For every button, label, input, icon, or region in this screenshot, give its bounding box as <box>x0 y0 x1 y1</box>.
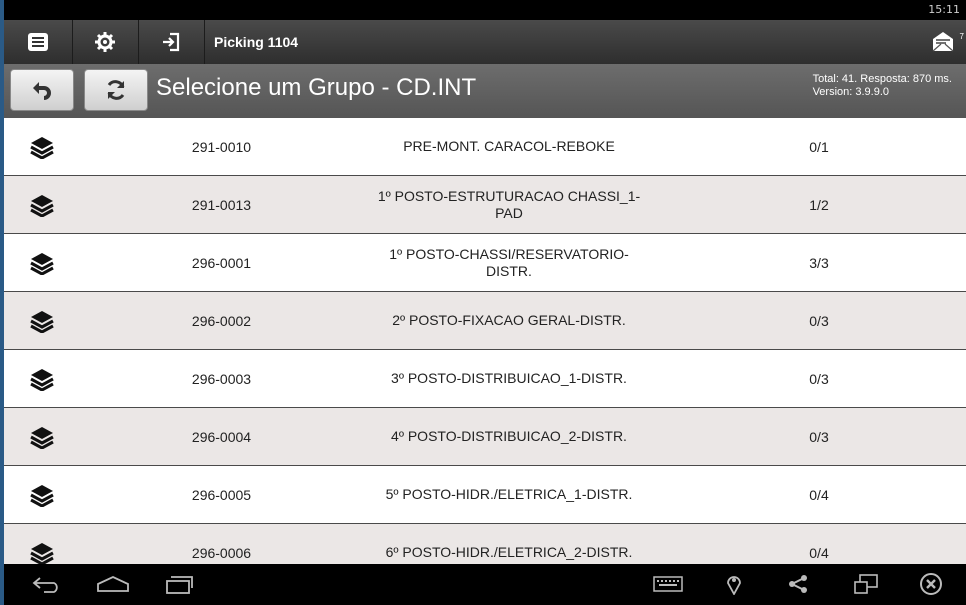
mail-icon <box>932 32 954 52</box>
layers-icon <box>26 524 58 564</box>
screen-icon <box>854 574 878 594</box>
list-item[interactable]: 296-0006 6º POSTO-HIDR./ELETRICA_2-DISTR.… <box>4 524 966 564</box>
close-icon <box>920 573 942 595</box>
keyboard-icon <box>653 576 683 592</box>
home-icon <box>97 576 129 592</box>
list-item[interactable]: 291-0013 1º POSTO-ESTRUTURACAO CHASSI_1- … <box>4 176 966 234</box>
group-progress: 0/3 <box>809 428 829 445</box>
layers-icon <box>26 350 58 407</box>
layers-icon <box>26 408 58 465</box>
list-item[interactable]: 296-0005 5º POSTO-HIDR./ELETRICA_1-DISTR.… <box>4 466 966 524</box>
header-bar: Selecione um Grupo - CD.INT Total: 41. R… <box>4 64 966 119</box>
share-icon <box>789 575 807 593</box>
device-screen: 15:11 Picking 1104 7 Selecione um Grupo … <box>4 0 966 605</box>
status-time: 15:11 <box>928 3 960 16</box>
location-icon <box>727 576 741 595</box>
mail-badge: 7 <box>959 32 964 41</box>
page-title: Selecione um Grupo - CD.INT <box>156 74 477 101</box>
group-code: 296-0002 <box>191 312 252 329</box>
response-info: Total: 41. Resposta: 870 ms. Version: 3.… <box>813 73 952 99</box>
group-code: 296-0003 <box>191 370 252 387</box>
layers-icon <box>26 234 58 291</box>
group-code: 291-0010 <box>191 138 252 155</box>
nav-keyboard-button[interactable] <box>652 570 684 598</box>
group-progress: 0/3 <box>809 370 829 387</box>
app-title: Picking 1104 <box>214 34 299 50</box>
list-item[interactable]: 296-0001 1º POSTO-CHASSI/RESERVATORIO- DI… <box>4 234 966 292</box>
group-description: 1º POSTO-ESTRUTURACAO CHASSI_1- PAD <box>377 187 641 221</box>
action-bar: Picking 1104 7 <box>4 20 966 64</box>
recent-apps-icon <box>166 576 193 594</box>
settings-icon <box>95 32 115 52</box>
layers-icon <box>26 118 58 175</box>
group-progress: 0/4 <box>809 544 829 561</box>
login-button[interactable] <box>138 20 205 64</box>
group-code: 296-0005 <box>191 486 252 503</box>
list-item[interactable]: 296-0002 2º POSTO-FIXACAO GERAL-DISTR. 0/3 <box>4 292 966 350</box>
menu-icon <box>28 33 48 51</box>
group-description: 4º POSTO-DISTRIBUICAO_2-DISTR. <box>391 428 627 444</box>
group-progress: 0/1 <box>809 138 829 155</box>
list-item[interactable]: 296-0004 4º POSTO-DISTRIBUICAO_2-DISTR. 0/… <box>4 408 966 466</box>
status-bar: 15:11 <box>4 0 966 20</box>
group-progress: 0/4 <box>809 486 829 503</box>
group-list: 291-0010 PRE-MONT. CARACOL-REBOKE 0/1 291-0… <box>4 118 966 564</box>
layers-icon <box>26 176 58 233</box>
group-code: 296-0001 <box>191 254 252 271</box>
back-button[interactable] <box>10 69 74 111</box>
group-description: PRE-MONT. CARACOL-REBOKE <box>403 138 615 154</box>
login-icon <box>163 32 180 52</box>
group-description: 2º POSTO-FIXACAO GERAL-DISTR. <box>392 312 626 328</box>
group-progress: 3/3 <box>809 254 829 271</box>
group-description: 3º POSTO-DISTRIBUICAO_1-DISTR. <box>391 370 627 386</box>
system-nav-bar <box>4 564 966 605</box>
app-version: Version: 3.9.9.0 <box>812 86 890 98</box>
nav-location-button[interactable] <box>724 570 744 598</box>
nav-back-button[interactable] <box>32 570 62 598</box>
list-item[interactable]: 296-0003 3º POSTO-DISTRIBUICAO_1-DISTR. 0/… <box>4 350 966 408</box>
nav-screen-button[interactable] <box>852 570 880 598</box>
back-icon <box>32 577 58 593</box>
group-progress: 0/3 <box>809 312 829 329</box>
group-code: 291-0013 <box>191 196 252 213</box>
nav-recent-button[interactable] <box>164 570 194 598</box>
response-stats: Total: 41. Resposta: 870 ms. <box>812 73 952 85</box>
undo-icon <box>33 82 51 100</box>
list-item[interactable]: 291-0010 PRE-MONT. CARACOL-REBOKE 0/1 <box>4 118 966 176</box>
settings-button[interactable] <box>72 20 139 64</box>
messages-button[interactable]: 7 <box>928 28 964 56</box>
refresh-icon <box>107 80 125 100</box>
refresh-button[interactable] <box>84 69 148 111</box>
group-progress: 1/2 <box>809 196 829 213</box>
menu-button[interactable] <box>4 20 73 64</box>
nav-home-button[interactable] <box>96 570 130 598</box>
group-description: 1º POSTO-CHASSI/RESERVATORIO- DISTR. <box>389 245 629 279</box>
group-description: 6º POSTO-HIDR./ELETRICA_2-DISTR. <box>385 544 633 560</box>
group-description: 5º POSTO-HIDR./ELETRICA_1-DISTR. <box>385 486 633 502</box>
nav-close-button[interactable] <box>918 570 944 598</box>
nav-share-button[interactable] <box>786 570 810 598</box>
layers-icon <box>26 292 58 349</box>
layers-icon <box>26 466 58 523</box>
group-code: 296-0006 <box>191 544 252 561</box>
group-code: 296-0004 <box>191 428 252 445</box>
